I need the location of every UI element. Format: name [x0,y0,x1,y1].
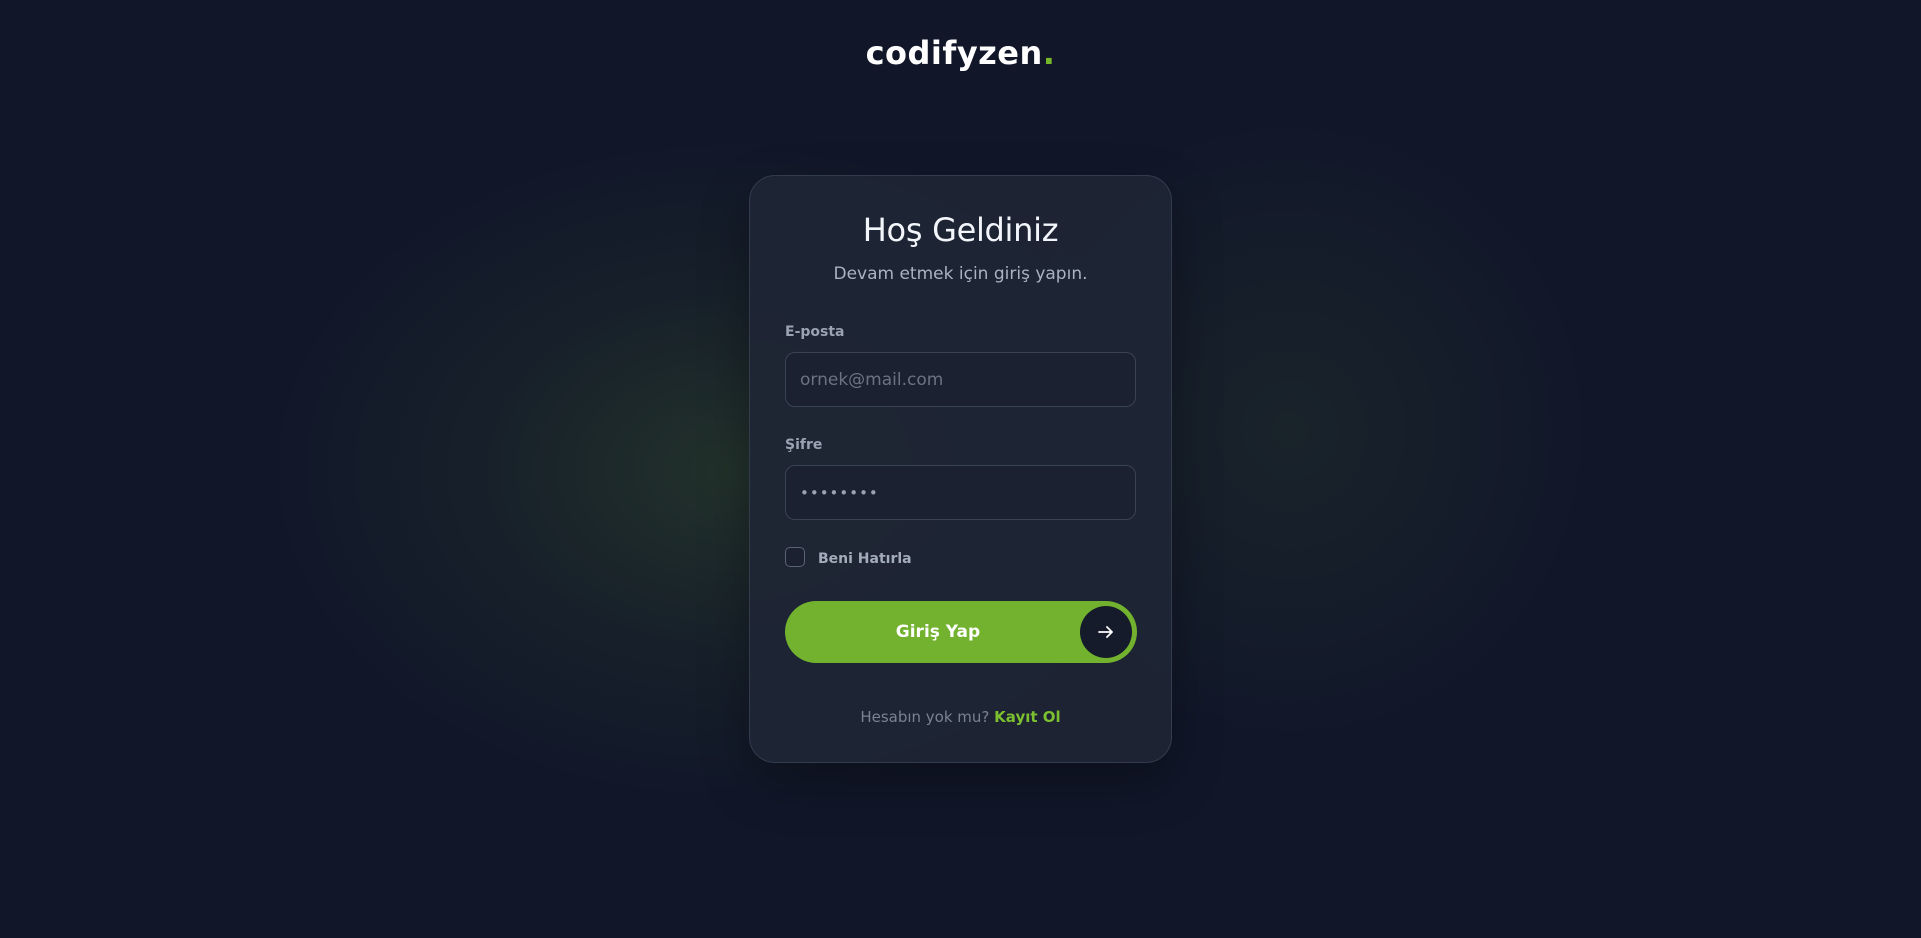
password-field[interactable] [785,465,1136,520]
login-card: Hoş Geldiniz Devam etmek için giriş yapı… [749,175,1172,763]
remember-me-checkbox[interactable] [785,547,805,567]
email-label: E-posta [785,324,845,340]
brand-name: codifyzen [865,34,1043,72]
login-button[interactable]: Giriş Yap [785,601,1137,663]
email-field[interactable] [785,352,1136,407]
remember-me: Beni Hatırla [785,547,912,567]
brand-logo: codifyzen. [0,34,1921,72]
signup-prompt: Hesabın yok mu? Kayıt Ol [750,708,1171,726]
remember-me-label[interactable]: Beni Hatırla [818,551,912,567]
page-title: Hoş Geldiniz [862,211,1059,249]
signup-link[interactable]: Kayıt Ol [994,708,1061,726]
page-subtitle: Devam etmek için giriş yapın. [833,264,1088,284]
signup-prompt-text: Hesabın yok mu? [860,708,990,726]
password-label: Şifre [785,437,823,453]
brand-dot: . [1042,34,1056,72]
arrow-right-icon [1080,606,1132,658]
login-button-label: Giriş Yap [895,622,981,642]
